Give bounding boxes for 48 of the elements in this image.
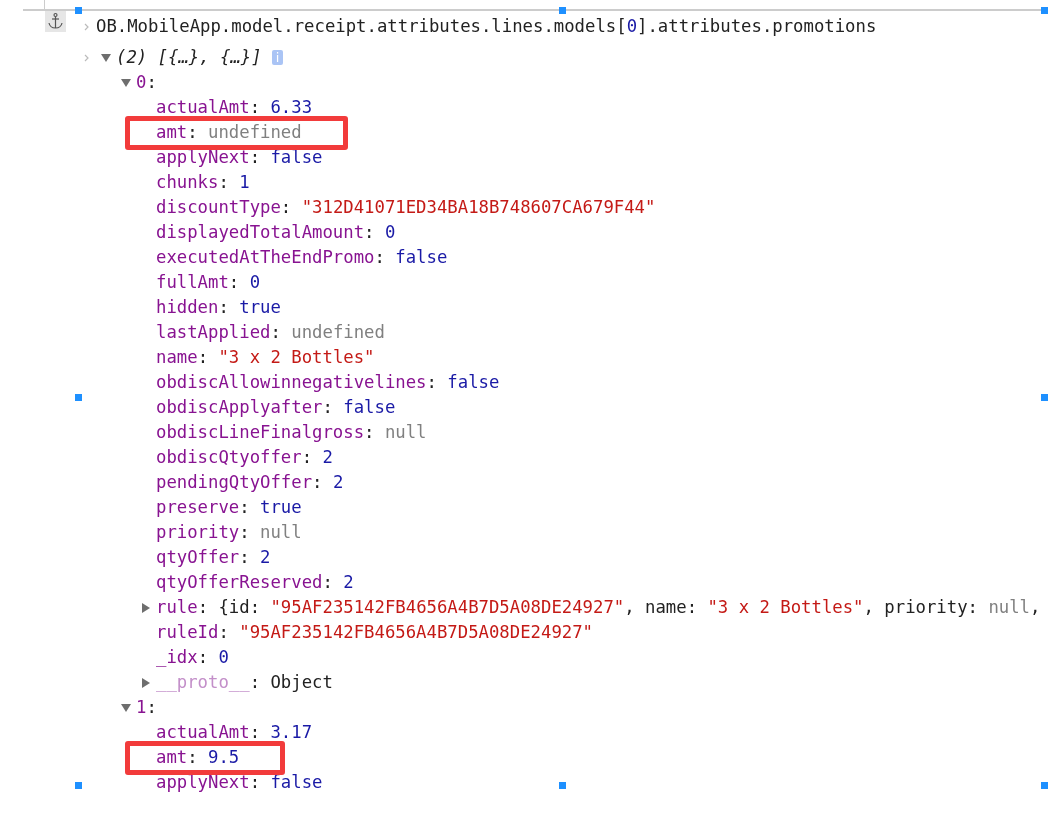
property-line: amt: 9.5 xyxy=(156,745,240,770)
info-badge[interactable]: i xyxy=(271,50,284,65)
property-line: qtyOfferReserved: 2 xyxy=(156,571,354,594)
property-line: rule: {id: "95AF235142FB4656A4B7D5A08DE24927", name: "3 x 2 Bottles", priority: null, xyxy=(156,596,1041,619)
property-line: executedAtTheEndPromo: false xyxy=(156,246,448,269)
property-line: applyNext: false xyxy=(156,146,323,169)
property-line: hidden: true xyxy=(156,296,281,319)
selection-handle[interactable] xyxy=(559,782,566,789)
selection-handle[interactable] xyxy=(75,7,82,14)
property-line: _idx: 0 xyxy=(156,646,229,669)
collapsed-triangle-icon[interactable] xyxy=(142,677,150,688)
prompt-chevron-icon xyxy=(83,22,89,31)
selection-handle[interactable] xyxy=(1041,394,1048,401)
console-expression: OB.MobileApp.model.receipt.attributes.lines.models[0].attributes.promotions xyxy=(96,15,877,38)
property-line: chunks: 1 xyxy=(156,171,250,194)
collapsed-triangle-icon[interactable] xyxy=(142,602,150,613)
property-line: actualAmt: 3.17 xyxy=(156,721,313,744)
property-line: applyNext: false xyxy=(156,771,323,794)
property-line: displayedTotalAmount: 0 xyxy=(156,221,396,244)
expanded-triangle-icon[interactable] xyxy=(121,703,131,712)
property-line: ruleId: "95AF235142FB4656A4B7D5A08DE24927" xyxy=(156,621,593,644)
property-line: pendingQtyOffer: 2 xyxy=(156,471,344,494)
property-line: discountType: "312D41071ED34BA18B748607CA679F44" xyxy=(156,196,656,219)
property-line: amt: undefined xyxy=(156,120,302,145)
property-line: obdiscAllowinnegativelines: false xyxy=(156,371,500,394)
selection-handle[interactable] xyxy=(75,394,82,401)
property-line: obdiscLineFinalgross: null xyxy=(156,421,427,444)
property-line: actualAmt: 6.33 xyxy=(156,96,313,119)
prompt-chevron-icon xyxy=(83,53,89,62)
selection-handle[interactable] xyxy=(559,7,566,14)
selection-handle[interactable] xyxy=(1041,7,1048,14)
array-index: 0: xyxy=(136,71,157,94)
property-line: obdiscApplyafter: false xyxy=(156,396,396,419)
property-line: qtyOffer: 2 xyxy=(156,546,271,569)
selection-handle[interactable] xyxy=(1041,782,1048,789)
array-index: 1: xyxy=(136,696,157,719)
property-line: fullAmt: 0 xyxy=(156,271,261,294)
anchor-icon[interactable] xyxy=(45,11,66,32)
property-line: lastApplied: undefined xyxy=(156,321,385,344)
property-line: __proto__: Object xyxy=(156,671,333,694)
array-summary: (2) [{…}, {…}] xyxy=(116,46,262,69)
property-line: preserve: true xyxy=(156,496,302,519)
expanded-triangle-icon[interactable] xyxy=(101,53,111,62)
property-line: obdiscQtyoffer: 2 xyxy=(156,446,333,469)
selection-handle[interactable] xyxy=(75,782,82,789)
property-line: name: "3 x 2 Bottles" xyxy=(156,346,375,369)
expanded-triangle-icon[interactable] xyxy=(121,78,131,87)
property-line: priority: null xyxy=(156,521,302,544)
